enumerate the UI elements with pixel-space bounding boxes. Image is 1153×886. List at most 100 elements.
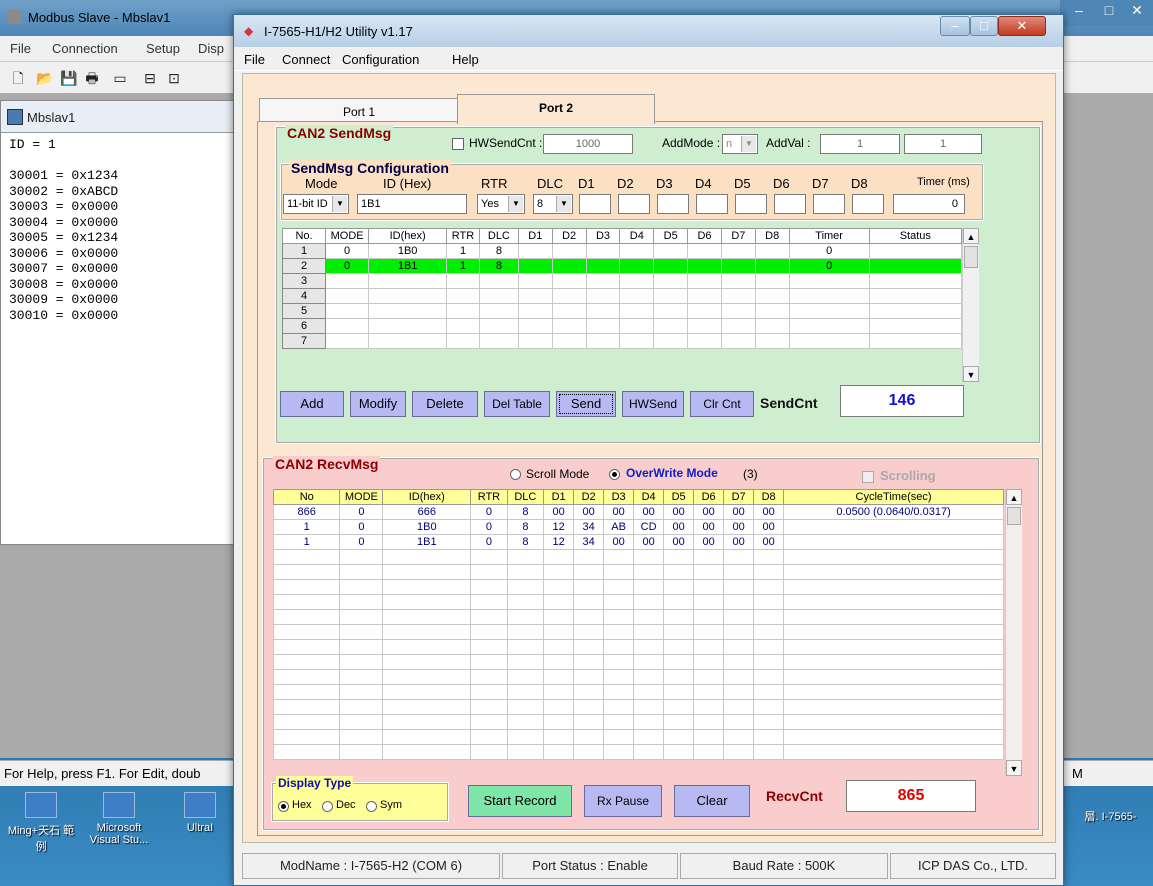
register-line: 30002 = 0xABCD <box>9 183 119 199</box>
d1-label: D1 <box>578 176 595 191</box>
scroll-thumb[interactable] <box>964 246 978 268</box>
send-group-title: CAN2 SendMsg <box>285 125 394 141</box>
display-type-title: Display Type <box>276 776 354 790</box>
addval-input-1[interactable]: 1 <box>820 134 900 154</box>
rtr-select[interactable]: Yes ▼ <box>477 194 525 214</box>
scroll-thumb[interactable] <box>1007 507 1021 525</box>
overwrite-mode-radio[interactable] <box>609 469 620 480</box>
recv-table: No MODE ID(hex) RTR DLC D1 D2 D3 D4 D5 D… <box>272 489 1004 760</box>
scroll-up-icon[interactable]: ▲ <box>1006 489 1022 505</box>
close-button[interactable]: ✕ <box>998 16 1046 36</box>
dlc-select[interactable]: 8 ▼ <box>533 194 573 214</box>
menu-connect[interactable]: Connect <box>282 52 330 67</box>
send-button[interactable]: Send <box>556 391 616 417</box>
modify-button[interactable]: Modify <box>350 391 406 417</box>
column-header: D1 <box>517 228 553 244</box>
addval-input-2[interactable]: 1 <box>904 134 982 154</box>
scroll-up-icon[interactable]: ▲ <box>963 228 979 244</box>
scroll-down-icon[interactable]: ▼ <box>1006 760 1022 776</box>
scrolling-checkbox[interactable] <box>862 471 874 483</box>
hwsendcnt-input[interactable]: 1000 <box>543 134 633 154</box>
table-row[interactable]: 866 0 666 0 8 00 00 00 00 00 00 00 00 0.0500 (0.0640/… <box>272 504 1004 520</box>
d6-input[interactable] <box>774 194 806 214</box>
table-row <box>272 714 1004 730</box>
send-table: No. MODE ID(hex) RTR DLC D1 D2 D3 D4 D5 … <box>281 228 963 349</box>
desktop-icon-vs[interactable]: Microsoft Visual Stu... <box>84 792 154 846</box>
d1-input[interactable] <box>579 194 611 214</box>
column-header: No. <box>281 228 327 244</box>
rx-pause-button[interactable]: Rx Pause <box>584 785 662 817</box>
column-header: Timer <box>788 228 870 244</box>
window-icon[interactable]: ▭ <box>112 70 128 86</box>
clear-button[interactable]: Clear <box>674 785 750 817</box>
table-row[interactable]: 3 <box>281 273 963 289</box>
sym-radio[interactable] <box>366 801 377 812</box>
hex-radio[interactable] <box>278 801 289 812</box>
maximize-icon[interactable]: □ <box>1094 2 1124 22</box>
menu-help[interactable]: Help <box>452 52 479 67</box>
menu-file[interactable]: File <box>10 41 31 56</box>
send-table-scrollbar[interactable]: ▲ ▼ <box>962 228 979 382</box>
d3-input[interactable] <box>657 194 689 214</box>
del-table-button[interactable]: Del Table <box>484 391 550 417</box>
register-line: ID = 1 <box>9 137 56 152</box>
table-row-selected[interactable]: 2 0 1B1 1 8 0 <box>281 258 963 274</box>
menu-configuration[interactable]: Configuration <box>342 52 419 67</box>
table-row[interactable]: 1 0 1B0 1 8 0 <box>281 243 963 259</box>
tab-port-1[interactable]: Port 1 <box>259 98 459 122</box>
save-icon[interactable]: 💾 <box>60 70 77 86</box>
d2-input[interactable] <box>618 194 650 214</box>
table-row[interactable]: 6 <box>281 318 963 334</box>
maximize-button[interactable]: □ <box>970 16 998 36</box>
clr-cnt-button[interactable]: Clr Cnt <box>690 391 754 417</box>
addmode-select[interactable]: n ▼ <box>722 134 758 154</box>
close-icon[interactable]: ✕ <box>1122 2 1152 22</box>
column-header: DLC <box>478 228 519 244</box>
menu-display[interactable]: Disp <box>198 41 224 56</box>
open-folder-icon[interactable]: 📂 <box>36 70 53 86</box>
recv-table-scrollbar[interactable]: ▲ ▼ <box>1005 489 1022 776</box>
scrolling-label: Scrolling <box>880 468 936 483</box>
d7-input[interactable] <box>813 194 845 214</box>
recvcnt-label: RecvCnt <box>766 788 823 804</box>
d8-input[interactable] <box>852 194 884 214</box>
d4-input[interactable] <box>696 194 728 214</box>
dlc-label: DLC <box>537 176 564 191</box>
minimize-icon[interactable]: – <box>1064 2 1094 22</box>
table-row[interactable]: 1 0 1B0 0 8 12 34 AB CD 00 00 00 00 <box>272 519 1004 535</box>
visual-studio-icon <box>103 792 135 818</box>
table-row[interactable]: 1 0 1B1 0 8 12 34 00 00 00 00 00 00 <box>272 534 1004 550</box>
dec-radio[interactable] <box>322 801 333 812</box>
column-header: D4 <box>619 228 655 244</box>
mode-select[interactable]: 11-bit ID ▼ <box>283 194 349 214</box>
hwsendcnt-checkbox[interactable] <box>452 138 464 150</box>
desktop-icon-ming[interactable]: Ming+天石 範例 <box>6 792 76 854</box>
scroll-mode-radio[interactable] <box>510 469 521 480</box>
disconnect-icon[interactable]: ⊡ <box>166 70 182 86</box>
table-row[interactable]: 5 <box>281 303 963 319</box>
minimize-button[interactable]: – <box>940 16 970 36</box>
scroll-down-icon[interactable]: ▼ <box>963 366 979 382</box>
utility-window: ◆ I-7565-H1/H2 Utility v1.17 – □ ✕ File … <box>233 14 1064 886</box>
menu-setup[interactable]: Setup <box>146 41 180 56</box>
menu-connection[interactable]: Connection <box>52 41 118 56</box>
hwsend-button[interactable]: HWSend <box>622 391 684 417</box>
tab-port-2[interactable]: Port 2 <box>457 94 655 124</box>
menu-file[interactable]: File <box>244 52 265 67</box>
table-row[interactable]: 7 <box>281 333 963 349</box>
column-header: D2 <box>551 228 587 244</box>
d5-input[interactable] <box>735 194 767 214</box>
delete-button[interactable]: Delete <box>412 391 478 417</box>
new-file-icon[interactable]: 🗋 <box>10 70 26 86</box>
desktop-icon-ultra[interactable]: UltraI <box>170 792 230 834</box>
print-icon[interactable]: 🖶 <box>84 70 100 86</box>
desktop-right-label: 層. I-7565- <box>1084 811 1137 823</box>
recv-group-title: CAN2 RecvMsg <box>273 456 381 472</box>
connect-icon[interactable]: ⊟ <box>142 70 158 86</box>
add-button[interactable]: Add <box>280 391 344 417</box>
start-record-button[interactable]: Start Record <box>468 785 572 817</box>
table-row[interactable]: 4 <box>281 288 963 304</box>
id-hex-input[interactable]: 1B1 <box>357 194 467 214</box>
timer-input[interactable]: 0 <box>893 194 965 214</box>
column-header: RTR <box>446 228 480 244</box>
